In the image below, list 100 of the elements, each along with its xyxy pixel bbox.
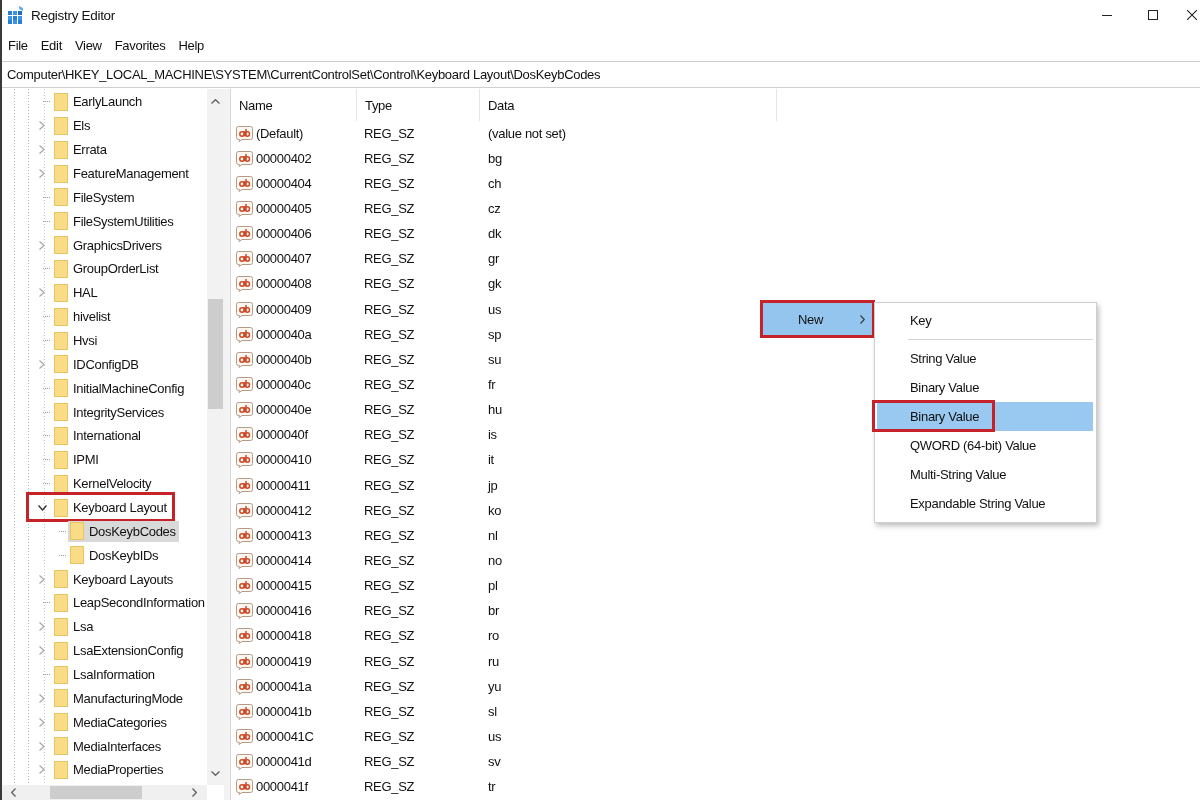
table-cell: 0000040e: [256, 402, 312, 419]
string-value-icon: [236, 754, 253, 771]
chevron-down-icon: [211, 770, 220, 776]
table-cell: 00000407: [256, 251, 312, 268]
chevron-right-icon[interactable]: [39, 145, 45, 155]
string-value-icon: [236, 226, 253, 243]
menu-item[interactable]: Expandable String Value: [877, 489, 1093, 518]
menu-item[interactable]: Favorites: [109, 35, 171, 56]
chevron-right-icon[interactable]: [39, 693, 45, 703]
menu-item[interactable]: String Value: [877, 344, 1093, 373]
folder-icon: [54, 689, 68, 708]
tree-item[interactable]: FileSystemUtilities: [52, 210, 177, 232]
tree-item[interactable]: IDConfigDB: [52, 353, 142, 375]
chevron-down-icon[interactable]: [37, 504, 47, 511]
table-cell: gk: [488, 276, 502, 292]
table-cell: sv: [488, 754, 501, 770]
string-value-icon: [236, 150, 253, 167]
chevron-right-icon[interactable]: [39, 741, 45, 751]
table-cell: REG_SZ: [364, 703, 415, 719]
string-value-icon: [236, 125, 253, 142]
chevron-right-icon[interactable]: [39, 574, 45, 584]
tree-item[interactable]: Hvsi: [52, 330, 101, 351]
scrollbar-thumb[interactable]: [50, 786, 142, 799]
tree-item[interactable]: GraphicsDrivers: [52, 234, 165, 256]
folder-icon: [54, 474, 68, 493]
tree-item[interactable]: Lsa: [52, 616, 97, 638]
menu-item[interactable]: QWORD (64-bit) Value: [877, 431, 1093, 460]
tree-item[interactable]: LeapSecondInformation: [52, 592, 207, 614]
tree-item[interactable]: FileSystem: [52, 186, 138, 208]
table-cell: 0000040c: [256, 376, 311, 393]
chevron-right-icon[interactable]: [39, 240, 45, 250]
chevron-left-icon: [10, 788, 16, 797]
tree-item[interactable]: MediaProperties: [52, 759, 167, 781]
string-value-icon: [236, 502, 253, 519]
chevron-right-icon: [191, 788, 197, 797]
tree-item[interactable]: ManufacturingMode: [52, 687, 186, 709]
tree-item[interactable]: EarlyLaunch: [52, 91, 145, 113]
folder-icon: [54, 498, 68, 517]
table-cell: 00000405: [256, 201, 312, 217]
column-header[interactable]: Data: [480, 89, 777, 121]
tree-item[interactable]: Keyboard Layouts: [52, 568, 176, 590]
tree-item[interactable]: hivelist: [52, 306, 114, 328]
window-title: Registry Editor: [31, 7, 116, 23]
table-cell: REG_SZ: [364, 125, 415, 141]
tree-item[interactable]: Errata: [52, 139, 110, 161]
menu-item[interactable]: Edit: [35, 35, 67, 56]
scrollbar-thumb[interactable]: [208, 299, 223, 409]
menu-item[interactable]: Binary Value: [877, 373, 1093, 402]
chevron-right-icon[interactable]: [39, 169, 45, 178]
table-cell: ru: [488, 653, 499, 669]
table-cell: 00000413: [256, 527, 312, 544]
column-header[interactable]: Name: [231, 89, 357, 121]
table-cell: 00000412: [256, 502, 312, 519]
column-header[interactable]: Type: [357, 89, 480, 121]
table-cell: pl: [488, 578, 498, 594]
tree-item[interactable]: HAL: [52, 282, 101, 304]
vertical-scrollbar[interactable]: [207, 89, 224, 785]
menu-item[interactable]: New: [763, 303, 872, 335]
chevron-right-icon[interactable]: [39, 288, 45, 298]
folder-icon: [54, 617, 68, 636]
chevron-right-icon[interactable]: [39, 121, 45, 131]
folder-icon: [54, 665, 68, 684]
menu-item[interactable]: Multi-String Value: [877, 460, 1093, 489]
string-value-icon: [236, 728, 253, 745]
tree-item[interactable]: MediaInterfaces: [52, 735, 164, 757]
address-field[interactable]: Computer\HKEY_LOCAL_MACHINE\SYSTEM\CurrentControlSet\Control\Keyboard Layout\DosKeybCodes: [2, 61, 1200, 88]
table-cell: jp: [488, 477, 498, 493]
table-cell: REG_SZ: [364, 779, 415, 795]
horizontal-scrollbar[interactable]: [2, 785, 207, 800]
chevron-right-icon[interactable]: [39, 765, 45, 775]
table-cell: REG_SZ: [364, 502, 415, 518]
tree-item[interactable]: International: [52, 425, 144, 447]
tree-item[interactable]: LsaExtensionConfig: [52, 640, 187, 662]
table-cell: it: [488, 452, 494, 468]
tree-item[interactable]: Els: [52, 115, 94, 137]
chevron-right-icon[interactable]: [39, 646, 45, 656]
chevron-right-icon[interactable]: [39, 622, 45, 632]
string-value-icon: [236, 552, 253, 569]
tree-item[interactable]: FeatureManagement: [52, 163, 192, 184]
chevron-right-icon[interactable]: [39, 717, 45, 727]
tree-item[interactable]: LsaInformation: [52, 664, 158, 686]
tree-item[interactable]: IPMI: [52, 449, 102, 471]
tree-item[interactable]: GroupOrderList: [52, 258, 162, 280]
table-cell: REG_SZ: [364, 175, 415, 191]
menu-item[interactable]: View: [69, 35, 107, 56]
maximize-icon: [1148, 10, 1158, 20]
chevron-right-icon[interactable]: [39, 359, 45, 369]
table-cell: REG_SZ: [364, 728, 415, 744]
menu-item[interactable]: Help: [173, 35, 209, 56]
menu-item[interactable]: Key: [877, 306, 1093, 335]
table-cell: REG_SZ: [364, 402, 415, 418]
tree-item[interactable]: InitialMachineConfig: [52, 377, 188, 399]
table-cell: 00000406: [256, 226, 312, 243]
table-cell: 00000415: [256, 578, 312, 595]
tree-item[interactable]: KernelVelocity: [52, 473, 155, 495]
table-cell: REG_SZ: [364, 603, 415, 619]
tree-item[interactable]: IntegrityServices: [52, 401, 167, 423]
menu-item[interactable]: File: [3, 35, 33, 56]
tree-item[interactable]: MediaCategories: [52, 711, 170, 733]
folder-icon: [54, 570, 68, 589]
